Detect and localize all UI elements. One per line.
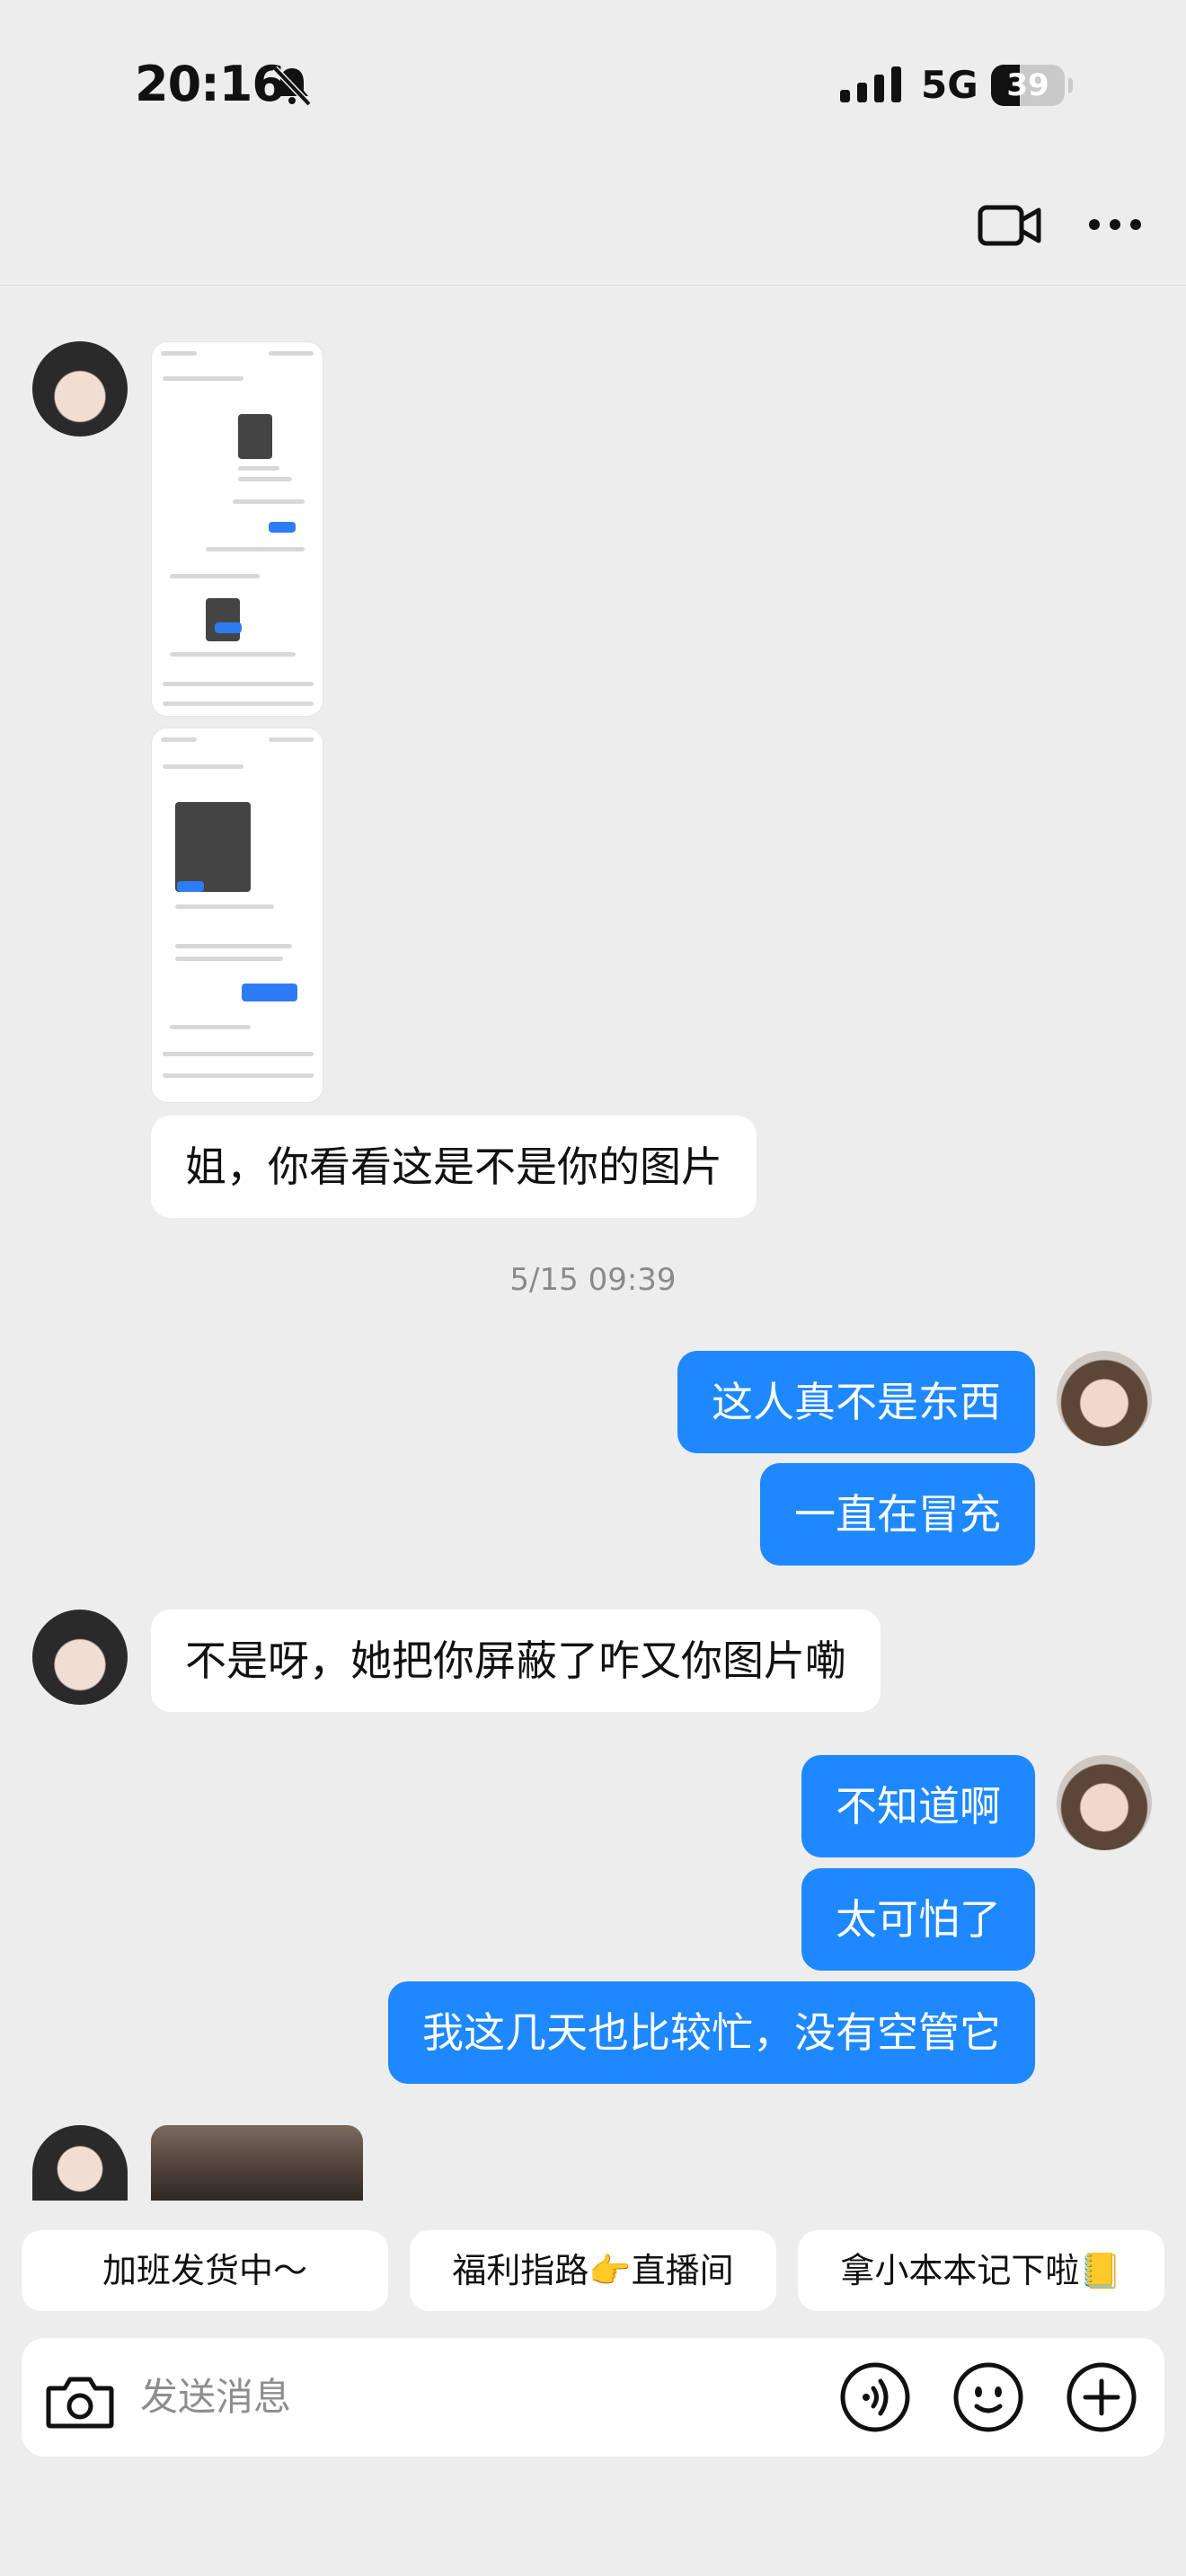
image-message[interactable] — [151, 728, 323, 1103]
contact-avatar[interactable] — [32, 1610, 128, 1705]
quick-reply-chip[interactable]: 福利指路👉直播间 — [410, 2230, 776, 2311]
status-time: 20:16 — [135, 56, 286, 112]
message-bubble-out[interactable]: 不知道啊 — [801, 1755, 1035, 1857]
message-bubble-out[interactable]: 我这几天也比较忙，没有空管它 — [388, 1981, 1035, 2084]
message-bubble-out[interactable]: 太可怕了 — [801, 1868, 1035, 1971]
image-message[interactable] — [151, 341, 323, 717]
battery-indicator: 39 — [991, 65, 1073, 108]
message-bubble-in[interactable]: 姐，你看看这是不是你的图片 — [151, 1116, 757, 1218]
contact-avatar[interactable] — [32, 341, 128, 437]
battery-percent: 39 — [1006, 67, 1049, 103]
my-avatar[interactable] — [1057, 1351, 1152, 1446]
quick-reply-chip[interactable]: 拿小本本记下啦📒 — [798, 2230, 1164, 2311]
message-timestamp: 5/15 09:39 — [509, 1262, 677, 1298]
quick-reply-bar: 加班发货中～ 福利指路👉直播间 拿小本本记下啦📒 — [0, 2230, 1186, 2311]
nav-divider — [0, 285, 1186, 286]
signal-strength-icon — [840, 66, 901, 102]
bell-muted-icon — [272, 66, 312, 107]
my-avatar[interactable] — [1057, 1755, 1152, 1850]
emoji-icon[interactable] — [952, 2361, 1024, 2433]
contact-avatar[interactable] — [32, 2125, 128, 2201]
camera-icon[interactable] — [45, 2374, 115, 2430]
more-dots-icon[interactable] — [1087, 216, 1143, 234]
message-bubble-out[interactable]: 一直在冒充 — [760, 1463, 1035, 1566]
quick-reply-chip[interactable]: 加班发货中～ — [22, 2230, 388, 2311]
plus-icon[interactable] — [1066, 2361, 1137, 2433]
voice-icon[interactable] — [839, 2361, 911, 2433]
message-input[interactable]: 发送消息 — [140, 2338, 291, 2457]
message-bubble-in[interactable]: 不是呀，她把你屏蔽了咋又你图片嘞 — [151, 1610, 881, 1712]
message-bubble-out[interactable]: 这人真不是东西 — [677, 1351, 1035, 1453]
network-type: 5G — [921, 63, 978, 107]
image-message[interactable] — [151, 2125, 363, 2201]
video-camera-icon[interactable] — [978, 202, 1042, 249]
message-input-bar: 发送消息 — [22, 2338, 1164, 2457]
